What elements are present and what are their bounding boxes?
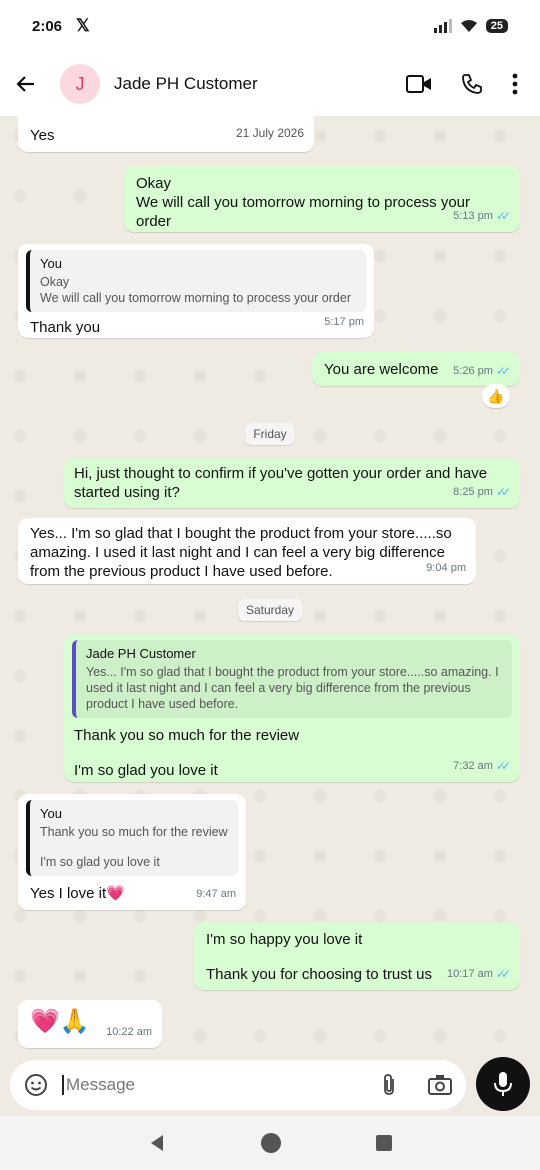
status-bar: 2:06 𝕏 25 (0, 0, 540, 52)
mic-button[interactable] (476, 1057, 530, 1111)
read-ticks-icon: ✓✓ (495, 364, 511, 378)
read-ticks-icon: ✓✓ (495, 759, 511, 773)
home-nav-icon[interactable] (260, 1132, 282, 1154)
read-ticks-icon: ✓✓ (495, 967, 511, 981)
quote-author: You (40, 806, 62, 821)
message-outgoing[interactable]: You are welcome 5:26 pm ✓✓ (312, 352, 520, 386)
message-incoming[interactable]: You Okay We will call you tomorrow morni… (18, 244, 374, 338)
system-nav-bar (0, 1116, 540, 1170)
date-chip: Friday (245, 423, 295, 445)
video-call-icon[interactable] (406, 74, 432, 94)
message-time-row: 8:25 pm ✓✓ (453, 483, 511, 502)
message-time: 7:32 am (453, 760, 493, 772)
message-time-row: 5:13 pm ✓✓ (453, 207, 511, 226)
message-text: Yes (30, 127, 55, 144)
date-chip: 21 July 2026 (227, 122, 313, 144)
recents-nav-icon[interactable] (375, 1134, 393, 1152)
message-time: 9:04 pm (426, 562, 466, 574)
message-outgoing[interactable]: Hi, just thought to confirm if you've go… (64, 458, 520, 508)
back-nav-icon[interactable] (147, 1133, 167, 1153)
x-app-icon: 𝕏 (76, 16, 90, 35)
header-actions (406, 72, 526, 96)
attach-icon[interactable] (380, 1073, 398, 1097)
quote-line: We will call you tomorrow morning to pro… (40, 291, 351, 305)
quote-line: Thank you so much for the review (40, 825, 228, 839)
quote-author: Jade PH Customer (86, 646, 196, 661)
read-ticks-icon: ✓✓ (495, 485, 511, 499)
contact-name[interactable]: Jade PH Customer (114, 74, 258, 94)
status-time: 2:06 (32, 17, 63, 35)
quote-line: I'm so glad you love it (40, 855, 160, 869)
message-outgoing[interactable]: I'm so happy you love it Thank you for c… (194, 922, 520, 990)
signal-icon (433, 19, 452, 33)
message-incoming[interactable]: 💗🙏 10:22 am (18, 1000, 162, 1048)
message-time: 5:13 pm (453, 210, 493, 222)
message-time: 8:25 pm (453, 486, 493, 498)
quoted-message[interactable]: Jade PH Customer Yes... I'm so glad that… (72, 640, 512, 718)
message-input[interactable]: Message (62, 1075, 380, 1095)
message-text: Yes... I'm so glad that I bought the pro… (30, 525, 452, 580)
status-icons: 25 (433, 19, 508, 33)
composer-actions (380, 1073, 452, 1097)
message-incoming[interactable]: Yes... I'm so glad that I bought the pro… (18, 518, 476, 584)
quoted-message[interactable]: You Thank you so much for the review I'm… (26, 800, 238, 876)
message-line: Thank you so much for the review (74, 727, 300, 744)
chat-header: J Jade PH Customer (0, 52, 540, 116)
chat-area[interactable]: Yes 5:11 pm 21 July 2026 Okay We will ca… (0, 116, 540, 1058)
message-text: Hi, just thought to confirm if you've go… (74, 465, 488, 501)
battery-icon: 25 (485, 19, 508, 33)
message-time-row: 10:17 am ✓✓ (447, 965, 511, 984)
microphone-icon (494, 1072, 512, 1096)
message-time: 5:17 pm (324, 316, 364, 328)
reaction-badge[interactable]: 👍 (482, 384, 510, 408)
message-time: 5:26 pm (453, 365, 493, 377)
quote-text: Yes... I'm so glad that I bought the pro… (86, 665, 499, 711)
message-incoming[interactable]: You Thank you so much for the review I'm… (18, 794, 246, 910)
message-time-row: 5:26 pm ✓✓ (453, 362, 511, 381)
message-time: 10:22 am (106, 1026, 152, 1038)
message-outgoing[interactable]: Okay We will call you tomorrow morning t… (124, 166, 520, 232)
message-time: 10:17 am (447, 968, 493, 980)
wifi-icon (460, 20, 477, 32)
read-ticks-icon: ✓✓ (495, 209, 511, 223)
message-time-row: 7:32 am ✓✓ (453, 757, 511, 776)
message-outgoing[interactable]: Jade PH Customer Yes... I'm so glad that… (64, 634, 520, 782)
avatar[interactable]: J (60, 64, 100, 104)
camera-icon[interactable] (428, 1074, 452, 1096)
message-line: I'm so glad you love it (74, 762, 218, 779)
message-time: 9:47 am (196, 888, 236, 900)
quote-author: You (40, 256, 62, 271)
message-line: I'm so happy you love it (206, 931, 363, 948)
date-chip: Saturday (237, 599, 303, 621)
message-line: Okay (136, 175, 172, 192)
sticker-icon[interactable] (24, 1073, 48, 1097)
quote-line: Okay (40, 275, 70, 289)
more-options-icon[interactable] (512, 73, 518, 95)
message-text: Thank you (30, 319, 101, 336)
message-composer[interactable]: Message (10, 1060, 466, 1110)
phone-call-icon[interactable] (460, 72, 484, 96)
quoted-message[interactable]: You Okay We will call you tomorrow morni… (26, 250, 366, 312)
back-arrow-icon[interactable] (14, 72, 38, 96)
